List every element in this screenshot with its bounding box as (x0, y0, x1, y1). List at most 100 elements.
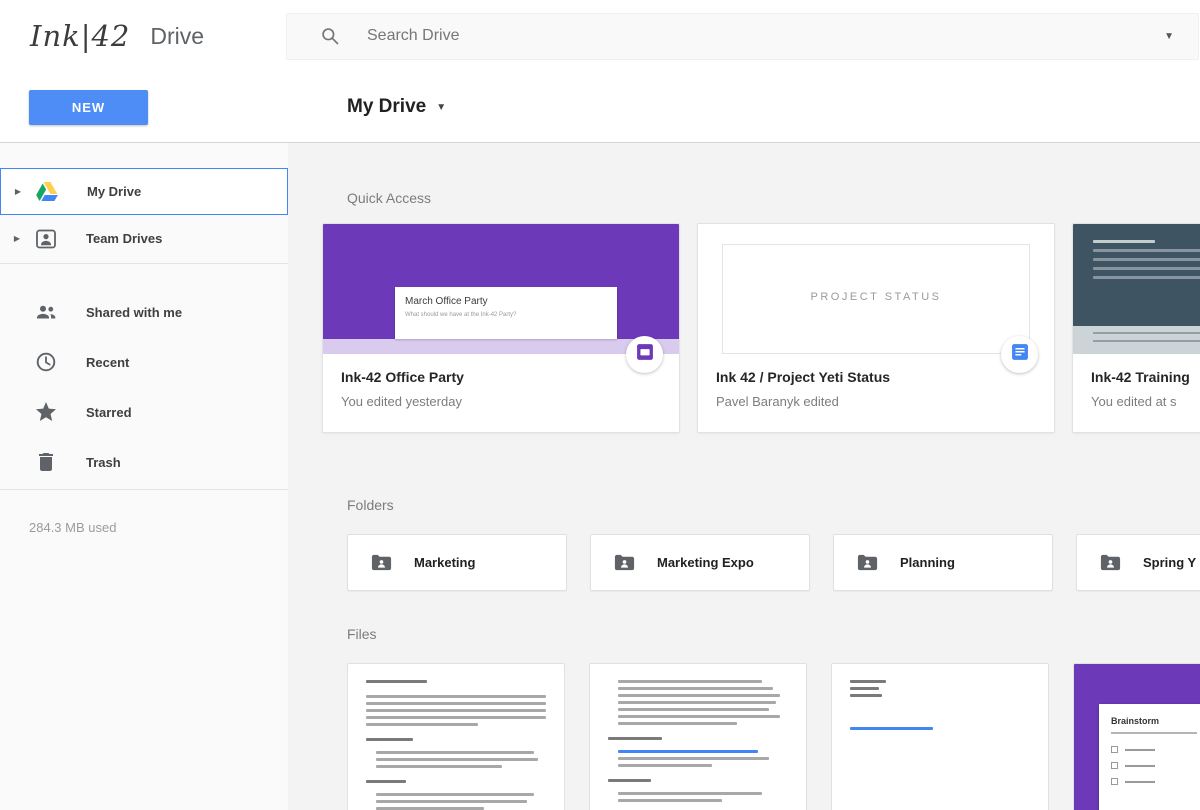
file-activity: Pavel Baranyk edited (716, 394, 1036, 409)
checkbox-icon (1111, 762, 1118, 769)
sidebar-item-label: My Drive (87, 184, 141, 199)
sidebar-secondary-nav: Shared with me Recent (0, 287, 288, 487)
quick-access-card-office-party[interactable]: March Office Party What should we have a… (322, 223, 680, 433)
checkbox-item (1111, 746, 1200, 753)
app-name: Drive (150, 23, 204, 50)
card-info: Ink 42 / Project Yeti Status Pavel Baran… (698, 354, 1054, 409)
checkbox-item (1111, 778, 1200, 785)
sidebar: ▶ My Drive ▶ Team Drives (0, 143, 288, 810)
checkbox-icon (1111, 746, 1118, 753)
slides-thumbnail: Brainstorm (1074, 664, 1200, 810)
folder-card-spring[interactable]: Spring Y (1076, 534, 1200, 591)
star-icon (34, 400, 58, 424)
sidebar-item-recent[interactable]: Recent (0, 337, 288, 387)
docs-icon (1010, 342, 1030, 367)
file-title: Ink 42 / Project Yeti Status (716, 369, 1036, 385)
top-header: Ink|42 Drive ▼ (0, 0, 1200, 72)
quick-access-card-project-status[interactable]: PROJECT STATUS Ink 42 / Project Yet (697, 223, 1055, 433)
panel-title: Brainstorm (1111, 716, 1200, 726)
slide-text-placeholder (1093, 240, 1200, 285)
people-icon (34, 300, 58, 324)
expand-arrow-icon[interactable]: ▶ (1, 187, 35, 196)
docs-file-badge (1001, 336, 1038, 373)
file-title: Ink-42 Training (1091, 369, 1200, 385)
files-row: Brainstorm (347, 663, 1200, 810)
shared-folder-icon (856, 551, 879, 574)
sidebar-item-trash[interactable]: Trash (0, 437, 288, 487)
sidebar-item-label: Team Drives (86, 231, 162, 246)
sidebar-item-label: Starred (86, 405, 132, 420)
brand-logo: Ink|42 (30, 19, 130, 53)
folder-name: Marketing Expo (657, 555, 754, 570)
slide-subtitle: What should we have at the Ink-42 Party? (405, 312, 607, 318)
search-options-caret-icon[interactable]: ▼ (1164, 31, 1174, 42)
trash-icon (34, 450, 58, 474)
drive-icon (35, 180, 59, 204)
clock-icon (34, 350, 58, 374)
logo-area: Ink|42 Drive (0, 19, 286, 53)
page-title: My Drive (347, 96, 426, 118)
sidebar-item-starred[interactable]: Starred (0, 387, 288, 437)
chevron-down-icon: ▼ (436, 102, 446, 113)
shared-folder-icon (1099, 551, 1122, 574)
search-input[interactable] (367, 27, 1164, 45)
file-title: Ink-42 Office Party (341, 369, 661, 385)
file-card-document[interactable] (589, 663, 807, 810)
checkbox-icon (1111, 778, 1118, 785)
document-text-placeholder (348, 664, 564, 810)
slides-file-badge (626, 336, 663, 373)
slide-title: March Office Party (405, 296, 607, 307)
sidebar-item-my-drive[interactable]: ▶ My Drive (0, 168, 288, 215)
quick-access-section-title: Quick Access (347, 190, 1200, 206)
document-text-placeholder (590, 664, 806, 802)
shared-folder-icon (613, 551, 636, 574)
panel-subtitle-placeholder (1111, 732, 1197, 734)
card-info: Ink-42 Training You edited at s (1073, 354, 1200, 409)
quick-access-row: March Office Party What should we have a… (322, 223, 1200, 433)
document-thumbnail: PROJECT STATUS (698, 224, 1054, 354)
files-section-title: Files (347, 626, 1200, 642)
team-drives-icon (34, 227, 58, 251)
slide-text-box: March Office Party What should we have a… (395, 287, 617, 339)
sidebar-divider (0, 263, 288, 264)
search-bar[interactable]: ▼ (286, 13, 1199, 60)
folder-card-marketing[interactable]: Marketing (347, 534, 567, 591)
sidebar-item-label: Recent (86, 355, 129, 370)
search-icon[interactable] (320, 26, 340, 46)
sidebar-item-shared-with-me[interactable]: Shared with me (0, 287, 288, 337)
shared-folder-icon (370, 551, 393, 574)
slides-icon (635, 342, 655, 367)
sidebar-item-team-drives[interactable]: ▶ Team Drives (0, 215, 288, 262)
folder-card-planning[interactable]: Planning (833, 534, 1053, 591)
body: ▶ My Drive ▶ Team Drives (0, 143, 1200, 810)
slide-footer-band (1073, 326, 1200, 354)
new-button[interactable]: NEW (29, 90, 148, 125)
folder-card-marketing-expo[interactable]: Marketing Expo (590, 534, 810, 591)
page-title-dropdown[interactable]: My Drive ▼ (347, 96, 446, 118)
sidebar-item-label: Shared with me (86, 305, 182, 320)
quick-access-card-training[interactable]: Ink-42 Training You edited at s (1072, 223, 1200, 433)
file-activity: You edited at s (1091, 394, 1200, 409)
file-activity: You edited yesterday (341, 394, 661, 409)
storage-used-label: 284.3 MB used (0, 520, 288, 535)
sidebar-item-label: Trash (86, 455, 121, 470)
slides-thumbnail-dark (1073, 224, 1200, 354)
file-card-document[interactable] (831, 663, 1049, 810)
slides-thumbnail: March Office Party What should we have a… (323, 224, 679, 354)
expand-arrow-icon[interactable]: ▶ (0, 234, 34, 243)
toolbar-row: NEW My Drive ▼ (0, 72, 1200, 143)
folder-name: Marketing (414, 555, 475, 570)
folder-name: Planning (900, 555, 955, 570)
checkbox-item (1111, 762, 1200, 769)
folder-name: Spring Y (1143, 555, 1196, 570)
document-page: PROJECT STATUS (722, 244, 1030, 354)
document-heading: PROJECT STATUS (811, 291, 942, 353)
main-content: Quick Access March Office Party What sho… (288, 143, 1200, 810)
file-card-slides[interactable]: Brainstorm (1073, 663, 1200, 810)
folders-section-title: Folders (347, 497, 1200, 513)
card-info: Ink-42 Office Party You edited yesterday (323, 354, 679, 409)
file-card-document[interactable] (347, 663, 565, 810)
folders-row: Marketing Marketing Expo (347, 534, 1200, 591)
brainstorm-panel: Brainstorm (1099, 704, 1200, 810)
document-text-placeholder (832, 664, 1048, 730)
